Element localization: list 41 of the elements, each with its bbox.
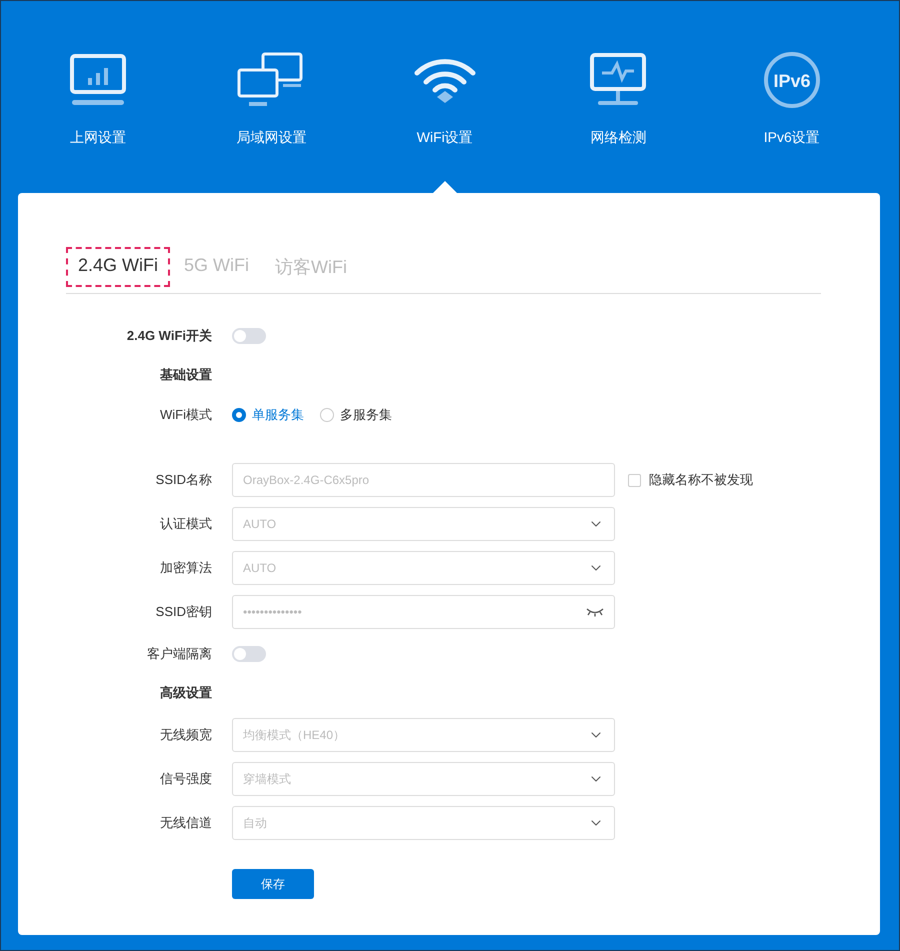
checkbox[interactable] xyxy=(628,474,641,486)
nav-item[interactable]: IPv6 IPv6设置 xyxy=(705,1,878,193)
toggle-switch[interactable] xyxy=(232,646,266,662)
field-label: 信号强度 xyxy=(159,770,212,788)
nav-item[interactable]: 局域网设置 xyxy=(184,1,358,193)
tab[interactable]: 5G WiFi xyxy=(172,247,262,287)
nav-item[interactable]: 网络检测 xyxy=(532,1,705,193)
wifi-icon xyxy=(412,57,477,103)
radio-button[interactable] xyxy=(320,408,334,422)
field-label: 2.4G WiFi开关 xyxy=(126,326,212,344)
tab[interactable]: 2.4G WiFi xyxy=(66,247,170,287)
select-field[interactable]: 自动 xyxy=(232,806,615,840)
ipv6-circle-icon: IPv6 xyxy=(762,51,821,109)
field-label: 无线信道 xyxy=(159,814,212,832)
radio-label: 多服务集 xyxy=(340,406,392,424)
field-label: SSID密钥 xyxy=(154,603,212,621)
two-monitors-icon xyxy=(237,52,306,108)
select-field[interactable]: 穿墙模式 xyxy=(232,762,615,796)
toggle-switch[interactable] xyxy=(232,328,266,344)
field-label: 客户端隔离 xyxy=(146,644,212,662)
field-label: SSID名称 xyxy=(154,471,212,489)
radio-button[interactable] xyxy=(232,408,246,422)
tab[interactable]: 访客WiFi xyxy=(263,247,359,287)
monitor-chart-icon xyxy=(70,54,126,106)
password-field[interactable]: •••••••••••••• xyxy=(232,595,615,629)
monitor-pulse-icon xyxy=(590,53,646,107)
text-field[interactable]: OrayBox-2.4G-C6x5pro xyxy=(232,463,615,497)
select-field[interactable]: 均衡模式（HE40） xyxy=(232,718,615,752)
closed-eye-icon[interactable] xyxy=(586,607,604,617)
radio-label: 单服务集 xyxy=(252,406,304,424)
field-label: 认证模式 xyxy=(159,515,212,533)
save-button[interactable]: 保存 xyxy=(232,869,314,899)
field-label: 加密算法 xyxy=(159,559,212,577)
nav-item[interactable]: 上网设置 xyxy=(11,1,184,193)
field-label: WiFi模式 xyxy=(159,406,212,424)
checkbox-label: 隐藏名称不被发现 xyxy=(649,471,753,489)
select-field[interactable]: AUTO xyxy=(232,551,615,585)
section-heading: 基础设置 xyxy=(159,366,212,384)
section-heading: 高级设置 xyxy=(159,684,212,702)
select-field[interactable]: AUTO xyxy=(232,507,615,541)
field-label: 无线频宽 xyxy=(159,726,212,744)
